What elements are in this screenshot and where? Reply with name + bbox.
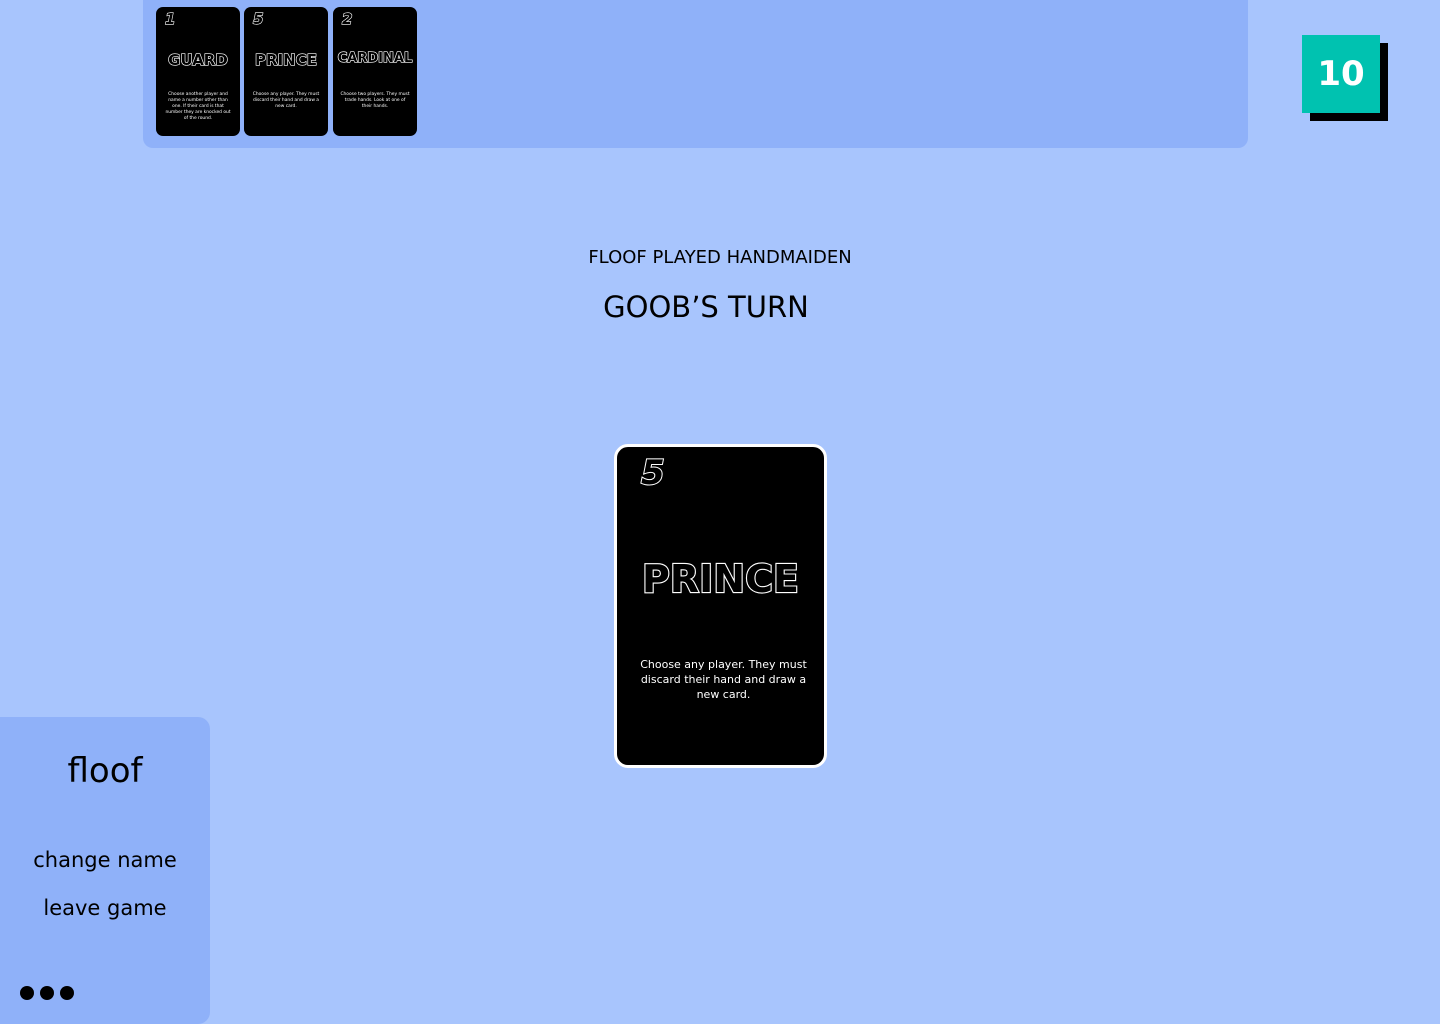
played-cards-tray: 1 GUARD Choose another player and name a… [143, 0, 1248, 148]
played-card-guard[interactable]: 1 GUARD Choose another player and name a… [156, 7, 240, 136]
played-card-cardinal[interactable]: 2 CARDINAL Choose two players. They must… [333, 7, 417, 136]
dot [20, 986, 34, 1000]
card-number: 1 [164, 9, 176, 28]
card-name: PRINCE [254, 50, 317, 69]
card-description: Choose another player and name a number … [165, 92, 231, 121]
card-number: 5 [252, 9, 264, 28]
player-name: floof [67, 751, 143, 791]
hand-card-prince[interactable]: 5 PRINCE Choose any player. They must di… [614, 444, 827, 768]
dot [40, 986, 54, 1000]
card-description: Choose two players. They must trade hand… [340, 92, 410, 109]
card-name: GUARD [168, 50, 229, 69]
more-dots-icon[interactable] [20, 986, 74, 1000]
card-number: 5 [640, 452, 666, 494]
score-badge: 10 [1302, 35, 1380, 113]
change-name-link[interactable]: change name [0, 848, 210, 872]
current-turn-text: GOOB’S TURN [603, 290, 809, 324]
card-name: CARDINAL [337, 50, 413, 66]
card-description: Choose any player. They must discard the… [640, 658, 807, 701]
card-name: PRINCE [641, 556, 800, 602]
player-panel: floof change name leave game [0, 717, 210, 1024]
card-number: 2 [341, 9, 353, 28]
played-card-prince[interactable]: 5 PRINCE Choose any player. They must di… [244, 7, 328, 136]
card-description: Choose any player. They must discard the… [252, 92, 320, 109]
last-action-text: FLOOF PLAYED HANDMAIDEN [588, 247, 852, 268]
dot [60, 986, 74, 1000]
leave-game-link[interactable]: leave game [0, 896, 210, 920]
